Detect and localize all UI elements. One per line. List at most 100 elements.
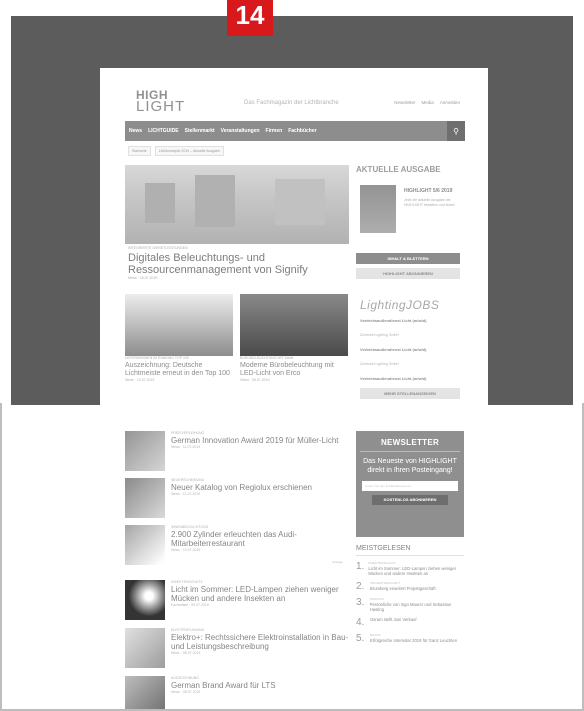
nav-item-firmen[interactable]: Firmen bbox=[266, 128, 283, 134]
list-category: PREISVERLEIHUNG bbox=[171, 431, 205, 435]
hero-article[interactable]: INTEGRIERTE DIENSTLEISTUNGEN Digitales B… bbox=[128, 246, 348, 280]
hero-category: INTEGRIERTE DIENSTLEISTUNGEN bbox=[128, 246, 188, 250]
newsletter-box: NEWSLETTER Das Neueste von HIGHLIGHT dir… bbox=[356, 431, 464, 537]
number-badge: 14 bbox=[227, 0, 273, 36]
hero-image-shape bbox=[195, 175, 235, 227]
list-thumb bbox=[125, 478, 165, 518]
logo-line2: LIGHT bbox=[136, 98, 186, 115]
current-issue-box: AKTUELLE AUSGABE HIGHLIGHT 5/6 2019 Jetz… bbox=[356, 165, 464, 285]
hero-title[interactable]: Digitales Beleuchtungs- und Ressourcenma… bbox=[128, 252, 348, 276]
newsletter-subscribe-button[interactable]: KOSTENLOS ABONNIEREN bbox=[372, 495, 448, 505]
top-link-newsletter[interactable]: Newsletter bbox=[394, 100, 415, 105]
list-item[interactable]: AUSZEICHNUNG German Brand Award für LTS … bbox=[125, 676, 350, 711]
nav-item-news[interactable]: News bbox=[129, 128, 142, 134]
list-thumb bbox=[125, 580, 165, 620]
list-title[interactable]: 2.900 Zylinder erleuchten das Audi-Mitar… bbox=[171, 530, 349, 548]
nav-item-fachbuecher[interactable]: Fachbücher bbox=[288, 128, 316, 134]
most-read-item[interactable]: 2. PROJEKTGESCHÄFT Brumberg erweitert Proj… bbox=[356, 581, 464, 592]
newsletter-email-input[interactable]: Geben Sie Ihre E-Mail-Adresse ein bbox=[362, 481, 458, 491]
nav-item-stellenmarkt[interactable]: Stellenmarkt bbox=[185, 128, 215, 134]
list-category: ELEKTROPLANUNG bbox=[171, 628, 205, 632]
nav-item-lichtguide[interactable]: LICHTGUIDE bbox=[148, 128, 179, 134]
most-read-title: Licht im Sommer: LED-Lampen ziehen wenig… bbox=[368, 566, 457, 576]
top-links: Newsletter Media Anmelden bbox=[394, 100, 460, 105]
ad-label: Anzeige bbox=[332, 560, 343, 564]
job-title: Vertriebsaußendienst Licht (m/w/d) bbox=[360, 376, 427, 381]
article-card[interactable]: UNTERNEHMEN IM RANKING TOP 100 Auszeichn… bbox=[125, 294, 233, 382]
list-item[interactable]: NEUERSCHEINUNG Neuer Katalog von Regiolu… bbox=[125, 478, 350, 524]
most-read-item[interactable]: 4. Osram stellt Juni Verkauf bbox=[356, 617, 464, 628]
most-read-rank: 1. bbox=[356, 561, 365, 572]
screenshot-stage: HIGH LIGHT Das Fachmagazin der Lichtbran… bbox=[0, 0, 584, 711]
list-meta: News · 11.07.2019 bbox=[171, 445, 201, 449]
most-read-item[interactable]: 5. BILANZ Erfolgreiche Intersolar 2019 für… bbox=[356, 633, 464, 644]
most-read-rank: 2. bbox=[356, 581, 365, 592]
most-read-rank: 5. bbox=[356, 633, 365, 644]
current-issue-heading: AKTUELLE AUSGABE bbox=[356, 165, 441, 174]
list-thumb bbox=[125, 676, 165, 711]
list-meta: News · 11.07.2019 bbox=[171, 492, 201, 496]
breadcrumb: Startseite Lichtkonzepte 2019 – Aktuelle… bbox=[128, 146, 224, 156]
list-meta: Fachartikel · 09.07.2019 bbox=[171, 603, 209, 607]
nav-item-veranstaltungen[interactable]: Veranstaltungen bbox=[221, 128, 260, 134]
list-item[interactable]: PREISVERLEIHUNG German Innovation Award … bbox=[125, 431, 350, 477]
most-read-title: Persönliche von Ingo Maurer und Sebastia… bbox=[369, 602, 452, 612]
list-item[interactable]: ELEKTROPLANUNG Elektro+: Rechtssichere E… bbox=[125, 628, 350, 674]
most-read-title: Brumberg erweitert Projektgeschäft bbox=[370, 586, 436, 591]
list-thumb bbox=[125, 525, 165, 565]
jobs-logo[interactable]: LightingJOBS bbox=[360, 298, 460, 312]
list-title[interactable]: Licht im Sommer: LED-Lampen ziehen wenig… bbox=[171, 585, 349, 603]
job-company: Zumtobel Lighting GmbH bbox=[360, 362, 399, 366]
job-title: Vertriebsaußendienst Licht (m/w/d) bbox=[360, 347, 427, 352]
most-read-title: Osram stellt Juni Verkauf bbox=[370, 617, 417, 622]
list-category: NEUERSCHEINUNG bbox=[171, 478, 205, 482]
search-icon[interactable]: ⚲ bbox=[447, 121, 465, 141]
list-title[interactable]: German Brand Award für LTS bbox=[171, 681, 349, 690]
hero-image-shape bbox=[275, 179, 325, 225]
article-card[interactable]: BÜROBELEUCHTUNG MIT WAW Moderne Bürobele… bbox=[240, 294, 348, 382]
subscribe-issue-button[interactable]: HIGHLIGHT ABONNIEREN bbox=[356, 268, 460, 279]
breadcrumb-current[interactable]: Lichtkonzepte 2019 – Aktuelle Ausgabe bbox=[154, 146, 224, 156]
breadcrumb-home[interactable]: Startseite bbox=[128, 146, 151, 156]
most-read-item[interactable]: 1. INSEKTENSCHUTZ Licht im Sommer: LED-Lam… bbox=[356, 561, 464, 576]
list-category: AUSZEICHNUNG bbox=[171, 676, 200, 680]
hero-image[interactable] bbox=[125, 165, 349, 244]
list-category: INSEKTENSCHUTZ bbox=[171, 580, 203, 584]
list-title[interactable]: German Innovation Award 2019 für Müller-… bbox=[171, 436, 349, 445]
card-title[interactable]: Moderne Bürobeleuchtung mit LED-Licht vo… bbox=[240, 362, 348, 378]
list-meta: News · 10.07.2019 bbox=[171, 548, 201, 552]
website-page: HIGH LIGHT Das Fachmagazin der Lichtbran… bbox=[100, 68, 488, 711]
list-meta: News · 08.07.2019 bbox=[171, 651, 201, 655]
issue-title: HIGHLIGHT 5/6 2019 bbox=[404, 188, 453, 194]
read-issue-button[interactable]: INHALT & BLÄTTERN bbox=[356, 253, 460, 264]
top-link-login[interactable]: Anmelden bbox=[440, 100, 460, 105]
hero-meta: News · 16.07.2019 bbox=[128, 276, 158, 280]
jobs-box: LightingJOBS Vertriebsaußendienst Licht … bbox=[356, 294, 464, 404]
list-category: INNENBELEUCHTUNG bbox=[171, 525, 209, 529]
list-item[interactable]: INSEKTENSCHUTZ Licht im Sommer: LED-Lamp… bbox=[125, 580, 350, 626]
list-title[interactable]: Elektro+: Rechtssichere Elektroinstallat… bbox=[171, 633, 349, 651]
card-image bbox=[125, 294, 233, 356]
site-logo[interactable]: HIGH LIGHT bbox=[136, 89, 186, 115]
card-title[interactable]: Auszeichnung: Deutsche Lichtmeiste erneu… bbox=[125, 362, 233, 378]
list-item[interactable]: INNENBELEUCHTUNG 2.900 Zylinder erleucht… bbox=[125, 525, 350, 571]
job-company: Zumtobel Lighting GmbH bbox=[360, 333, 399, 337]
list-title[interactable]: Neuer Katalog von Regiolux erschienen bbox=[171, 483, 349, 492]
list-meta: News · 08.07.2019 bbox=[171, 690, 201, 694]
job-item[interactable]: Vertriebsaußendienst Licht (m/w/d) Zumto… bbox=[360, 347, 460, 370]
most-read-heading: MEISTGELESEN bbox=[356, 545, 464, 556]
top-link-media[interactable]: Media bbox=[421, 100, 433, 105]
list-thumb bbox=[125, 431, 165, 471]
job-item[interactable]: Vertriebsaußendienst Licht (m/w/d) Zumto… bbox=[360, 318, 460, 341]
card-meta: Video · 09.07.2019 bbox=[240, 378, 270, 382]
most-read-item[interactable]: 3. PODCAST Persönliche von Ingo Maurer und… bbox=[356, 597, 464, 612]
issue-cover-image[interactable] bbox=[360, 185, 396, 233]
more-jobs-button[interactable]: MEHR STELLENANZEIGEN bbox=[360, 388, 460, 399]
most-read-rank: 4. bbox=[356, 617, 365, 628]
most-read-title: Erfolgreiche Intersolar 2019 für Ganz Le… bbox=[370, 638, 458, 643]
site-tagline: Das Fachmagazin der Lichtbranche bbox=[244, 100, 339, 106]
card-meta: News · 10.07.2019 bbox=[125, 378, 155, 382]
issue-description: Jetzt die aktuelle Ausgabe der HIGHLIGHT… bbox=[404, 198, 456, 207]
card-category: BÜROBELEUCHTUNG MIT WAW bbox=[240, 356, 294, 360]
main-nav: News LICHTGUIDE Stellenmarkt Veranstaltu… bbox=[125, 121, 465, 141]
